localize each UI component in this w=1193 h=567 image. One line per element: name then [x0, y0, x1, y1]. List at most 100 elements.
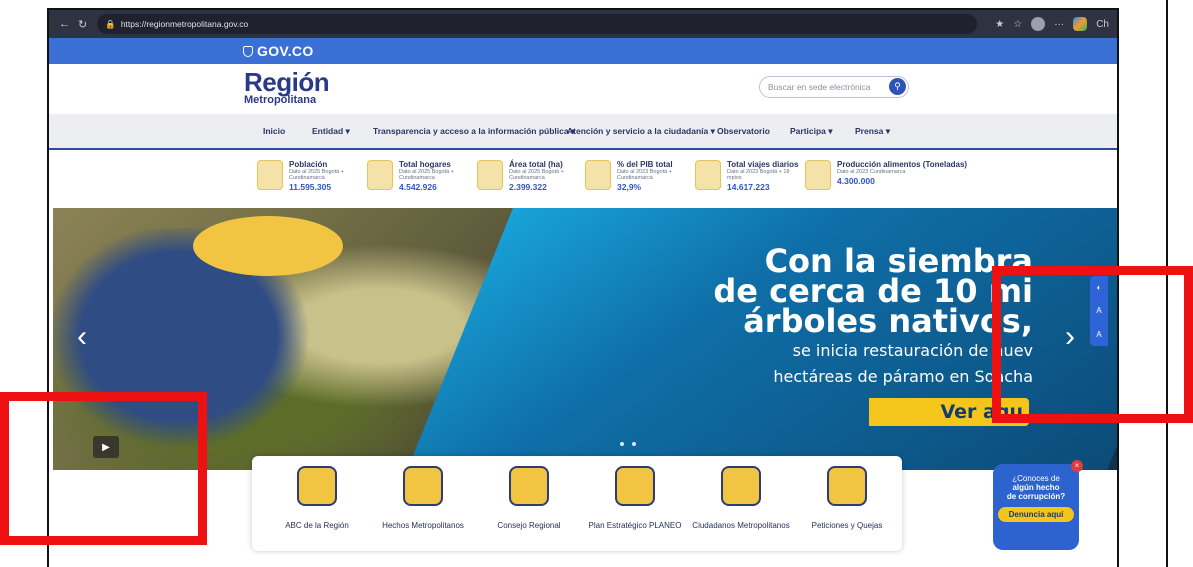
nav-item-observatorio[interactable]: Observatorio: [717, 126, 770, 136]
map-area-icon: [477, 160, 503, 190]
hero-line-4: se inicia restauración de nuev: [792, 341, 1033, 360]
stat-subtitle: Dato al 2025 Bogotá + Cundinamarca: [289, 169, 344, 181]
stat-title: Total hogares: [399, 160, 451, 169]
stat-viajes: Total viajes diarios Dato al 2023 Bogotá…: [695, 160, 798, 192]
nav-item-transparencia[interactable]: Transparencia y acceso a la información …: [373, 126, 575, 137]
abc-magnifier-icon: [297, 466, 337, 506]
people-icon: [257, 160, 283, 190]
carousel-prev-icon[interactable]: ‹: [77, 320, 87, 354]
stat-poblacion: Población Dato al 2025 Bogotá + Cundinam…: [257, 160, 359, 192]
stat-value: 32,9%: [617, 182, 642, 192]
coins-icon: [585, 160, 611, 190]
stat-title: % del PIB total: [617, 160, 673, 169]
stat-title: Población: [289, 160, 328, 169]
widget-line-3: de corrupción?: [1006, 492, 1066, 501]
hero-text: Con la siembra de cerca de 10 mi árboles…: [713, 245, 1033, 388]
hero-carousel[interactable]: Con la siembra de cerca de 10 mi árboles…: [53, 208, 1117, 470]
nav-item-atencion[interactable]: Atención y servicio a la ciudadanía ▾: [567, 126, 715, 137]
complaint-person-icon: [827, 466, 867, 506]
quick-link-label: Plan Estratégico PLANEO: [588, 521, 682, 530]
meeting-icon: [509, 466, 549, 506]
quick-link-consejo[interactable]: Consejo Regional: [474, 466, 584, 531]
site-logo[interactable]: Región Metropolitana: [244, 67, 330, 106]
widget-line-1: ¿Conoces de: [1012, 474, 1060, 483]
hero-line-3: árboles nativos,: [743, 302, 1033, 340]
search-input[interactable]: Buscar en sede electrónica ⚲: [759, 76, 909, 98]
quick-link-label: ABC de la Región: [285, 521, 349, 530]
browser-nav: ← ↻: [49, 18, 87, 31]
hero-hat-shape: [193, 216, 343, 276]
close-icon[interactable]: ×: [1071, 460, 1083, 472]
favorites-icon[interactable]: ☆: [1013, 19, 1022, 30]
stat-pib: % del PIB total Dato al 2023 Bogotá + Cu…: [585, 160, 687, 192]
stat-alimentos: Producción alimentos (Toneladas) Dato al…: [805, 160, 967, 190]
stat-subtitle: Dato al 2025 Bogotá + Cundinamarca: [399, 169, 454, 181]
gov-bar: GOV.CO: [49, 38, 1117, 64]
address-bar[interactable]: 🔒 https://regionmetropolitana.gov.co: [97, 14, 978, 34]
nav-item-inicio[interactable]: Inicio: [263, 126, 285, 136]
map-pin-icon: [615, 466, 655, 506]
stat-value: 4.542.926: [399, 182, 437, 192]
more-options-icon[interactable]: ···: [1054, 19, 1064, 30]
annotation-box-play: [0, 392, 207, 545]
nav-item-participa[interactable]: Participa ▾: [790, 126, 833, 137]
quick-link-hechos[interactable]: Hechos Metropolitanos: [368, 466, 478, 531]
search-icon[interactable]: ⚲: [889, 78, 906, 95]
site-header: Región Metropolitana Buscar en sede elec…: [49, 64, 1117, 114]
favorite-star-icon[interactable]: ★: [995, 19, 1004, 30]
stats-bar: Población Dato al 2025 Bogotá + Cundinam…: [49, 150, 1117, 208]
url-text: https://regionmetropolitana.gov.co: [120, 19, 249, 29]
copilot-icon[interactable]: [1073, 17, 1088, 31]
carousel-dot[interactable]: [632, 442, 636, 446]
stat-value: 14.617.223: [727, 182, 770, 192]
transport-icon: [695, 160, 721, 190]
gov-logo[interactable]: GOV.CO: [243, 43, 314, 59]
stat-subtitle: Dato al 2025 Bogotá + Cundinamarca: [509, 169, 564, 181]
stat-subtitle: Dato al 2023 Bogotá + Cundinamarca: [617, 169, 672, 181]
copilot-label: Ch: [1096, 18, 1109, 30]
widget-line-2: algún hecho: [1012, 483, 1060, 492]
quick-link-abc[interactable]: ABC de la Región: [262, 466, 372, 531]
stat-value: 2.399.322: [509, 182, 547, 192]
quick-link-planeo[interactable]: Plan Estratégico PLANEO: [580, 466, 690, 531]
shield-icon: [243, 45, 253, 57]
quick-link-label: Peticiones y Quejas: [811, 521, 883, 530]
carousel-dot[interactable]: [620, 442, 624, 446]
main-nav: Inicio Entidad ▾ Transparencia y acceso …: [49, 114, 1117, 150]
annotation-box-next: [992, 266, 1193, 423]
quick-links-panel: ABC de la Región Hechos Metropolitanos C…: [252, 456, 902, 551]
stat-subtitle: Dato al 2023 Cundinamarca: [837, 169, 906, 175]
denuncia-button[interactable]: Denuncia aquí: [998, 507, 1074, 522]
stat-value: 4.300.000: [837, 176, 875, 186]
stat-title: Área total (ha): [509, 160, 563, 169]
quick-link-label: Consejo Regional: [497, 521, 561, 530]
quick-link-label: Hechos Metropolitanos: [382, 521, 464, 530]
lock-icon: 🔒: [105, 18, 116, 29]
nav-item-prensa[interactable]: Prensa ▾: [855, 126, 890, 137]
carousel-dots[interactable]: [620, 442, 636, 446]
stat-title: Producción alimentos (Toneladas): [837, 160, 968, 169]
nav-item-entidad[interactable]: Entidad ▾: [312, 126, 350, 137]
logo-line-1: Región: [244, 67, 330, 97]
browser-tools: ★ ☆ ··· Ch: [995, 17, 1117, 31]
quick-link-peticiones[interactable]: Peticiones y Quejas: [792, 466, 902, 531]
browser-toolbar: ← ↻ 🔒 https://regionmetropolitana.gov.co…: [49, 10, 1117, 38]
quick-link-label: Ciudadanos Metropolitanos: [692, 521, 790, 530]
stat-title: Total viajes diarios: [727, 160, 799, 169]
stat-value: 11.595.305: [289, 182, 332, 192]
browser-screenshot: ← ↻ 🔒 https://regionmetropolitana.gov.co…: [47, 8, 1119, 567]
reload-icon[interactable]: ↻: [78, 18, 87, 31]
profile-avatar-icon[interactable]: [1031, 17, 1046, 31]
citizens-icon: [721, 466, 761, 506]
stat-hogares: Total hogares Dato al 2025 Bogotá + Cund…: [367, 160, 469, 192]
stat-area: Área total (ha) Dato al 2025 Bogotá + Cu…: [477, 160, 579, 192]
gov-label: GOV.CO: [257, 43, 314, 59]
back-icon[interactable]: ←: [59, 18, 70, 31]
corruption-report-widget[interactable]: × ¿Conoces de algún hecho de corrupción?…: [993, 460, 1083, 550]
quick-link-ciudadanos[interactable]: Ciudadanos Metropolitanos: [686, 466, 796, 531]
lightbulb-icon: [403, 466, 443, 506]
wheat-icon: [805, 160, 831, 190]
hero-line-5: hectáreas de páramo en Soacha: [773, 367, 1033, 386]
search-placeholder: Buscar en sede electrónica: [768, 82, 871, 92]
stat-subtitle: Dato al 2023 Bogotá + 18 mpios: [727, 169, 790, 181]
